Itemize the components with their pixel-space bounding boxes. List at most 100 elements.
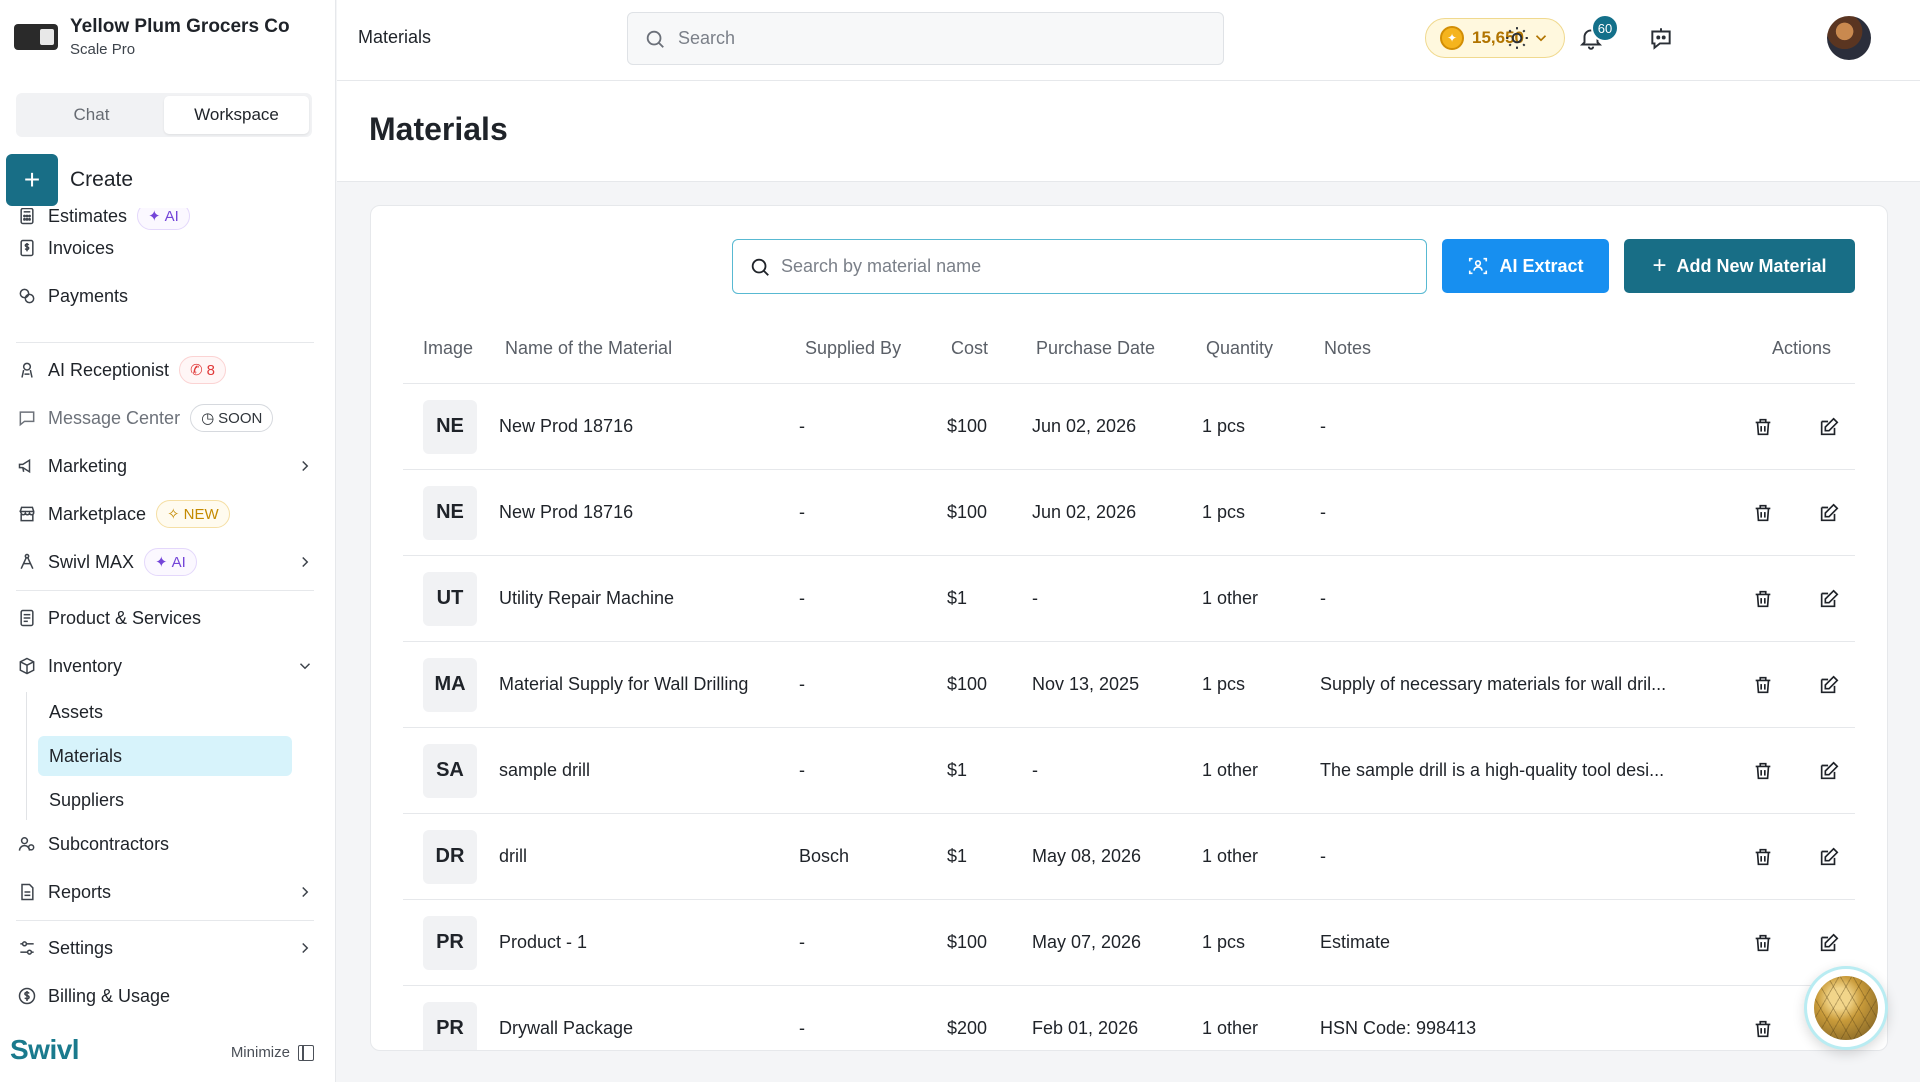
sparkle-icon: ✧ [167, 506, 180, 523]
sidebar-item-message-center[interactable]: Message Center ◷ SOON [16, 400, 314, 436]
trash-icon [1752, 588, 1774, 610]
trash-icon [1752, 674, 1774, 696]
sidebar-item-label: Marketing [48, 455, 128, 476]
sidebar-item-ai-receptionist[interactable]: AI Receptionist ✆ 8 [16, 352, 314, 388]
delete-button[interactable] [1749, 671, 1777, 699]
notifications-button[interactable]: 60 [1575, 14, 1619, 54]
trash-icon [1752, 932, 1774, 954]
badge-text: NEW [183, 505, 219, 523]
sidebar-item-reports[interactable]: Reports [16, 874, 314, 910]
add-material-label: Add New Material [1676, 255, 1827, 276]
edit-button[interactable] [1815, 499, 1843, 527]
cell-purchase-date: Nov 13, 2025 [1032, 674, 1140, 694]
sliders-icon [16, 937, 38, 959]
edit-button[interactable] [1815, 413, 1843, 441]
delete-button[interactable] [1749, 843, 1777, 871]
table-body: NE New Prod 18716- $100 Jun 02, 2026 1 pcs - N… [403, 384, 1855, 1050]
edit-button[interactable] [1815, 585, 1843, 613]
trash-icon [1752, 846, 1774, 868]
cell-quantity: 1 pcs [1202, 674, 1246, 694]
table-row[interactable]: DR drill Bosch $1 May 08, 2026 1 other - [403, 814, 1855, 900]
assistant-fab[interactable] [1804, 966, 1888, 1050]
col-supplier: Supplied By [805, 338, 902, 358]
user-avatar[interactable] [1827, 16, 1871, 60]
sidebar-toggle-icon [298, 1044, 314, 1061]
cell-name: New Prod 18716 [499, 416, 634, 436]
theme-toggle-button[interactable] [1501, 22, 1533, 54]
ai-badge: ✦ AI [137, 208, 190, 230]
edit-icon [1818, 416, 1840, 438]
credits-dropdown[interactable]: ✦ 15,650 [1425, 18, 1565, 58]
sidebar-item-inventory[interactable]: Inventory [16, 648, 314, 684]
edit-button[interactable] [1815, 929, 1843, 957]
sidebar-item-assets[interactable]: Assets [38, 692, 292, 732]
sidebar-item-marketplace[interactable]: Marketplace ✧ NEW [16, 496, 314, 532]
table-row[interactable]: SA sample drill - $1 - 1 other The sample dril… [403, 728, 1855, 814]
sidebar-item-label: Reports [48, 881, 112, 902]
cell-cost: $100 [947, 502, 988, 522]
table-row[interactable]: UT Utility Repair Machine - $1 - 1 other - [403, 556, 1855, 642]
plus-icon: + [1652, 252, 1667, 279]
table-row[interactable]: NE New Prod 18716 - $100 Jun 02, 2026 1 pcs - [403, 470, 1855, 556]
search-icon [751, 258, 769, 276]
cell-image: DR [403, 829, 499, 884]
sidebar-item-billing[interactable]: Billing & Usage [16, 978, 314, 1014]
org-switcher[interactable]: Yellow Plum Grocers Co Scale Pro [14, 16, 290, 58]
store-icon [16, 503, 38, 525]
delete-button[interactable] [1749, 757, 1777, 785]
create-button[interactable]: + Create [6, 154, 133, 206]
sidebar-item-label: Inventory [48, 655, 123, 676]
tab-chat[interactable]: Chat [19, 96, 164, 134]
edit-button[interactable] [1815, 757, 1843, 785]
cell-name: Material Supply for Wall Drilling [499, 674, 749, 694]
tab-workspace[interactable]: Workspace [164, 96, 309, 134]
sidebar-item-materials[interactable]: Materials [38, 736, 292, 776]
chat-bot-button[interactable] [1645, 22, 1677, 54]
ai-extract-label: AI Extract [1499, 255, 1584, 276]
cell-actions [1730, 499, 1855, 527]
chevron-right-icon [302, 886, 309, 898]
col-cost: Cost [951, 338, 989, 358]
sidebar-item-payments[interactable]: Payments [16, 278, 314, 314]
table-row[interactable]: PR Product - 1 - $100 May 07, 2026 1 pcs Estim… [403, 900, 1855, 986]
minimize-button[interactable]: Minimize [231, 1044, 314, 1061]
delete-button[interactable] [1749, 1015, 1777, 1043]
sidebar-item-suppliers[interactable]: Suppliers [38, 780, 292, 820]
ai-badge: ✦ AI [144, 548, 197, 576]
clock-icon: ◷ [201, 410, 215, 427]
cell-cost: $1 [947, 588, 968, 608]
edit-button[interactable] [1815, 671, 1843, 699]
table-row[interactable]: MA Material Supply for Wall Drilling - $100… [403, 642, 1855, 728]
delete-button[interactable] [1749, 499, 1777, 527]
material-search-input[interactable] [781, 256, 1426, 277]
delete-button[interactable] [1749, 929, 1777, 957]
sidebar-item-subcontractors[interactable]: Subcontractors [16, 826, 314, 862]
notification-count-badge: 60 [1591, 14, 1619, 42]
global-search-input[interactable]: Search [627, 12, 1224, 65]
sun-icon [1506, 27, 1528, 49]
sidebar-item-marketing[interactable]: Marketing [16, 448, 314, 484]
table-row[interactable]: NE New Prod 18716 - $100 Jun 02, 2026 1 pcs - [403, 384, 1855, 470]
add-material-button[interactable]: + Add New Material [1624, 239, 1855, 293]
sidebar-footer: Swivl Minimize [0, 1030, 336, 1078]
cell-purchase-date: Feb 01, 2026 [1032, 1018, 1139, 1038]
ai-extract-button[interactable]: AI Extract [1442, 239, 1609, 293]
box-icon [16, 655, 38, 677]
coin-icon: ✦ [1440, 26, 1464, 50]
table-row[interactable]: PR Drywall Package - $200 Feb 01, 2026 1 othe… [403, 986, 1855, 1050]
sidebar-item-label: Billing & Usage [48, 985, 171, 1006]
sidebar-item-invoices[interactable]: Invoices [16, 230, 314, 266]
material-thumbnail: NE [423, 399, 477, 454]
sidebar-item-product-services[interactable]: Product & Services [16, 600, 314, 636]
delete-button[interactable] [1749, 413, 1777, 441]
cell-supplier: Bosch [799, 846, 850, 866]
cell-actions [1730, 671, 1855, 699]
material-search-field[interactable] [732, 239, 1427, 294]
delete-button[interactable] [1749, 585, 1777, 613]
plus-icon: + [6, 154, 58, 206]
brand-logo: Swivl [10, 1034, 80, 1065]
edit-button[interactable] [1815, 843, 1843, 871]
cell-image: SA [403, 743, 499, 798]
sidebar-item-settings[interactable]: Settings [16, 930, 314, 966]
sidebar-item-swivl-max[interactable]: Swivl MAX ✦ AI [16, 544, 314, 580]
